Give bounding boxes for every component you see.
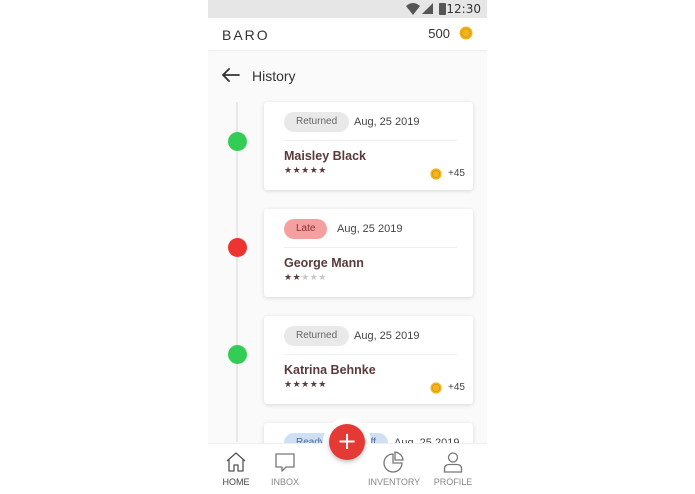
reward-amount: +45 — [448, 382, 465, 393]
plus-icon: + — [336, 427, 358, 455]
status-badge: Late — [284, 219, 328, 239]
user-icon — [443, 452, 463, 473]
coin-icon — [430, 382, 442, 394]
card-divider — [284, 140, 457, 141]
stars-filled: ★★ — [284, 273, 302, 283]
status-bar: 12:30 — [208, 0, 487, 18]
pie-icon — [383, 451, 404, 473]
status-badge: Returned — [284, 326, 350, 346]
rating-stars: ★★★★★ — [284, 273, 327, 283]
page-title: History — [252, 68, 296, 84]
coin-icon — [459, 26, 473, 40]
nav-home[interactable]: HOME — [211, 444, 261, 494]
history-card[interactable]: Returned Aug, 25 2019 Maisley Black ★★★★… — [264, 102, 473, 190]
wifi-icon — [406, 3, 420, 15]
borrower-name: Katrina Behnke — [284, 363, 376, 377]
nav-label: INVENTORY — [368, 477, 421, 487]
stars-filled: ★★★★★ — [284, 380, 327, 390]
nav-label: PROFILE — [433, 477, 473, 487]
app-brand: BARO — [222, 27, 270, 43]
stars-empty: ★★★ — [301, 273, 327, 283]
chat-icon — [275, 453, 295, 472]
nav-inventory[interactable]: INVENTORY — [368, 444, 421, 494]
rating-stars: ★★★★★ — [284, 380, 327, 390]
status-badge: Returned — [284, 112, 350, 132]
add-button[interactable]: + — [329, 424, 365, 460]
history-card[interactable]: Returned Aug, 25 2019 Katrina Behnke ★★★… — [264, 316, 473, 404]
rating-stars: ★★★★★ — [284, 166, 327, 176]
page-header: History — [208, 60, 487, 90]
status-dot-returned — [228, 132, 247, 151]
battery-icon — [439, 3, 446, 15]
nav-label: INBOX — [270, 477, 299, 487]
reward-amount: +45 — [448, 168, 465, 179]
borrower-name: Maisley Black — [284, 149, 366, 163]
history-date: Aug, 25 2019 — [354, 330, 420, 342]
signal-icon — [422, 3, 433, 14]
status-dot-returned — [228, 345, 247, 364]
nav-profile[interactable]: PROFILE — [428, 444, 478, 494]
stars-filled: ★★★★★ — [284, 166, 327, 176]
history-date: Aug, 25 2019 — [337, 223, 403, 235]
card-divider — [284, 354, 457, 355]
app-bar: BARO 500 — [208, 18, 487, 50]
history-card[interactable]: Late Aug, 25 2019 George Mann ★★★★★ — [264, 209, 473, 297]
nav-inbox[interactable]: INBOX — [260, 444, 310, 494]
status-dot-late — [228, 238, 247, 257]
coin-icon — [430, 168, 442, 180]
arrow-left-icon[interactable] — [222, 68, 240, 82]
card-divider — [284, 247, 457, 248]
nav-label: HOME — [222, 477, 250, 487]
borrower-name: George Mann — [284, 256, 364, 270]
history-date: Aug, 25 2019 — [354, 116, 420, 128]
timeline-line — [236, 102, 238, 442]
phone-screen: 12:30 BARO 500 History Returned Aug, 25 … — [208, 0, 487, 494]
home-icon — [226, 452, 246, 472]
status-time: 12:30 — [446, 2, 481, 16]
coin-balance: 500 — [428, 26, 450, 41]
